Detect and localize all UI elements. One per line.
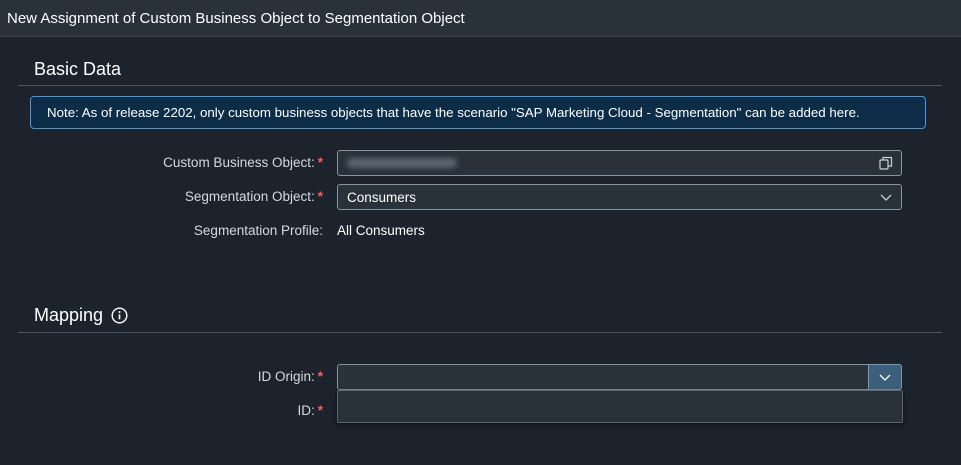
segmentation-profile-label: Segmentation Profile: [193,223,323,238]
chevron-down-icon [879,374,891,381]
basic-data-divider [18,85,942,86]
id-origin-label: ID Origin: * [257,369,323,384]
segmentation-object-value: Consumers [347,189,417,205]
required-marker: * [317,189,323,204]
id-origin-dropdown-button[interactable] [868,364,902,390]
chevron-down-icon[interactable] [877,188,895,206]
required-marker: * [317,155,323,170]
info-message-text: Note: As of release 2202, only custom bu… [47,105,860,120]
redacted-value [347,158,457,168]
mapping-title: Mapping [34,305,128,326]
custom-business-object-label: Custom Business Object: * [163,155,323,170]
dialog-title-text: New Assignment of Custom Business Object… [7,9,465,27]
id-origin-select[interactable] [337,364,902,390]
segmentation-object-select[interactable]: Consumers [337,184,902,210]
custom-business-object-input[interactable] [337,150,902,176]
id-origin-dropdown-list[interactable] [337,390,903,423]
required-marker: * [317,403,323,418]
id-label: ID: * [297,403,323,418]
segmentation-object-label: Segmentation Object: * [184,189,323,204]
value-help-icon[interactable] [877,154,895,172]
info-message-strip: Note: As of release 2202, only custom bu… [30,96,926,129]
dialog-title: New Assignment of Custom Business Object… [0,0,961,37]
segmentation-profile-value: All Consumers [337,223,425,238]
basic-data-title: Basic Data [34,59,122,79]
info-icon[interactable] [111,307,128,324]
mapping-divider [18,332,942,333]
required-marker: * [317,369,323,384]
